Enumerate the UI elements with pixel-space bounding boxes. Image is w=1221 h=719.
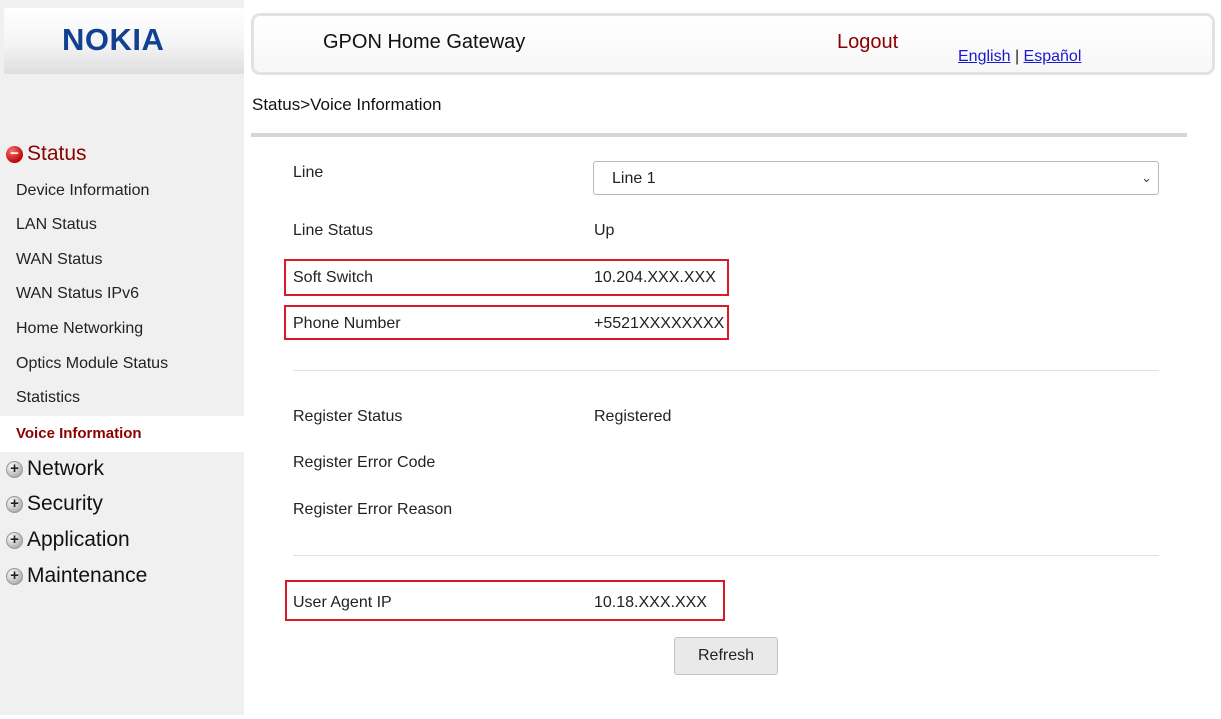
section-divider	[293, 555, 1159, 556]
nav-category-maintenance[interactable]: + Maintenance	[6, 564, 147, 588]
breadcrumb-divider	[251, 133, 1187, 137]
nav-category-status[interactable]: − Status	[6, 142, 87, 166]
user-agent-ip-label: User Agent IP	[293, 594, 392, 611]
register-error-reason-label: Register Error Reason	[293, 501, 453, 518]
line-label: Line	[293, 164, 324, 181]
expand-icon: +	[6, 531, 23, 549]
section-divider	[293, 370, 1159, 371]
soft-switch-label: Soft Switch	[293, 269, 374, 286]
register-status-value: Registered	[594, 408, 672, 425]
chevron-down-icon: ⌄	[1141, 170, 1152, 185]
lang-espanol-link[interactable]: Español	[1024, 48, 1082, 65]
sidebar-item-lan-status[interactable]: LAN Status	[16, 216, 97, 234]
register-error-code-label: Register Error Code	[293, 454, 436, 471]
phone-number-value: +5521XXXXXXXX	[594, 315, 725, 332]
line-status-value: Up	[594, 222, 615, 239]
sidebar-item-voice-information[interactable]: Voice Information	[16, 425, 142, 442]
expand-icon: +	[6, 460, 23, 478]
line-select-value: Line 1	[612, 170, 656, 187]
sidebar-item-optics-module-status[interactable]: Optics Module Status	[16, 355, 168, 373]
breadcrumb: Status>Voice Information	[252, 95, 442, 114]
soft-switch-value: 10.204.XXX.XXX	[594, 269, 716, 286]
expand-icon: +	[6, 495, 23, 513]
lang-separator: |	[1014, 48, 1020, 65]
nav-category-application[interactable]: + Application	[6, 528, 130, 552]
nokia-logo: NOKIA	[62, 22, 165, 57]
expand-icon: +	[6, 567, 23, 585]
lang-english-link[interactable]: English	[958, 48, 1010, 65]
sidebar-item-wan-status-ipv6[interactable]: WAN Status IPv6	[16, 285, 139, 303]
logout-link[interactable]: Logout	[837, 31, 898, 54]
line-status-label: Line Status	[293, 222, 374, 239]
phone-number-label: Phone Number	[293, 315, 401, 332]
nav-category-network[interactable]: + Network	[6, 457, 104, 481]
register-status-label: Register Status	[293, 408, 403, 425]
sidebar-item-statistics[interactable]: Statistics	[16, 389, 80, 407]
sidebar-item-device-information[interactable]: Device Information	[16, 182, 149, 200]
nav-category-label: Application	[27, 528, 130, 551]
nav-category-label: Maintenance	[27, 564, 148, 587]
gateway-title: GPON Home Gateway	[323, 31, 526, 53]
sidebar-item-home-networking[interactable]: Home Networking	[16, 320, 143, 338]
nav-category-label: Status	[27, 142, 87, 165]
user-agent-ip-value: 10.18.XXX.XXX	[594, 594, 707, 611]
nav-category-security[interactable]: + Security	[6, 492, 103, 516]
sidebar-item-wan-status[interactable]: WAN Status	[16, 251, 103, 269]
collapse-icon: −	[6, 145, 23, 163]
nav-category-label: Security	[27, 492, 103, 515]
language-switcher: English | Español	[958, 48, 1081, 66]
refresh-button[interactable]: Refresh	[674, 637, 778, 675]
line-select[interactable]: Line 1 ⌄	[593, 161, 1159, 195]
nav-category-label: Network	[27, 457, 105, 480]
